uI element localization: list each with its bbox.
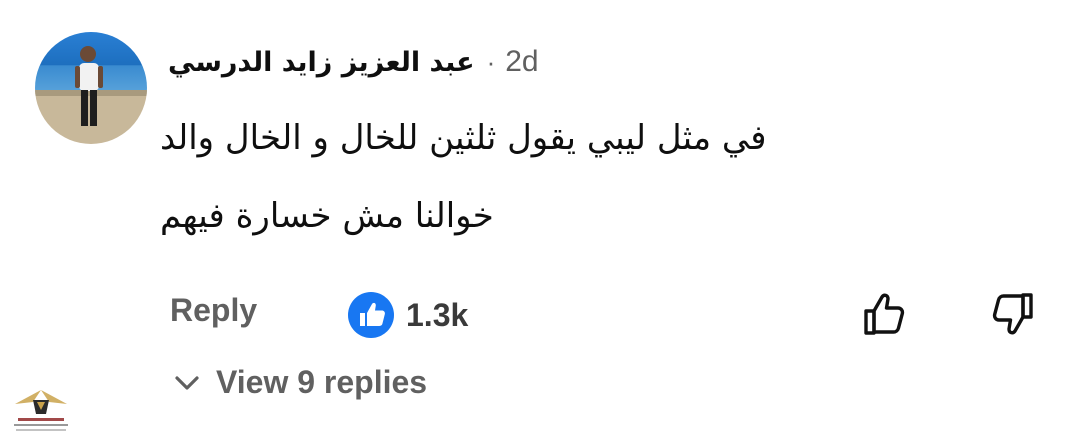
thumb-down-outline-icon[interactable] bbox=[985, 288, 1037, 340]
chevron-down-icon bbox=[175, 375, 199, 390]
view-replies-label: View 9 replies bbox=[216, 364, 428, 400]
forum-watermark-logo bbox=[14, 390, 68, 431]
reply-button[interactable]: Reply bbox=[170, 292, 257, 329]
view-replies-button[interactable]: View 9 replies bbox=[172, 364, 427, 401]
thumb-up-outline-icon[interactable] bbox=[860, 288, 912, 340]
comment-age: 2d bbox=[505, 45, 539, 78]
comment-text-line-1: في مثل ليبي يقول ثلثين للخال و الخال وال… bbox=[160, 118, 767, 158]
like-thumbs-up-icon bbox=[348, 292, 394, 338]
comment-text-line-2: خوالنا مش خسارة فيهم bbox=[160, 196, 494, 236]
author-avatar[interactable] bbox=[35, 32, 147, 144]
author-name[interactable]: عبد العزيز زايد الدرسي bbox=[168, 47, 475, 78]
reaction-summary[interactable]: 1.3k bbox=[348, 292, 468, 338]
reaction-count: 1.3k bbox=[406, 296, 469, 333]
comment-header: عبد العزيز زايد الدرسي · 2d bbox=[168, 40, 539, 84]
comment-actions: Reply 1.3k bbox=[0, 288, 1080, 344]
header-separator: · bbox=[486, 46, 496, 77]
